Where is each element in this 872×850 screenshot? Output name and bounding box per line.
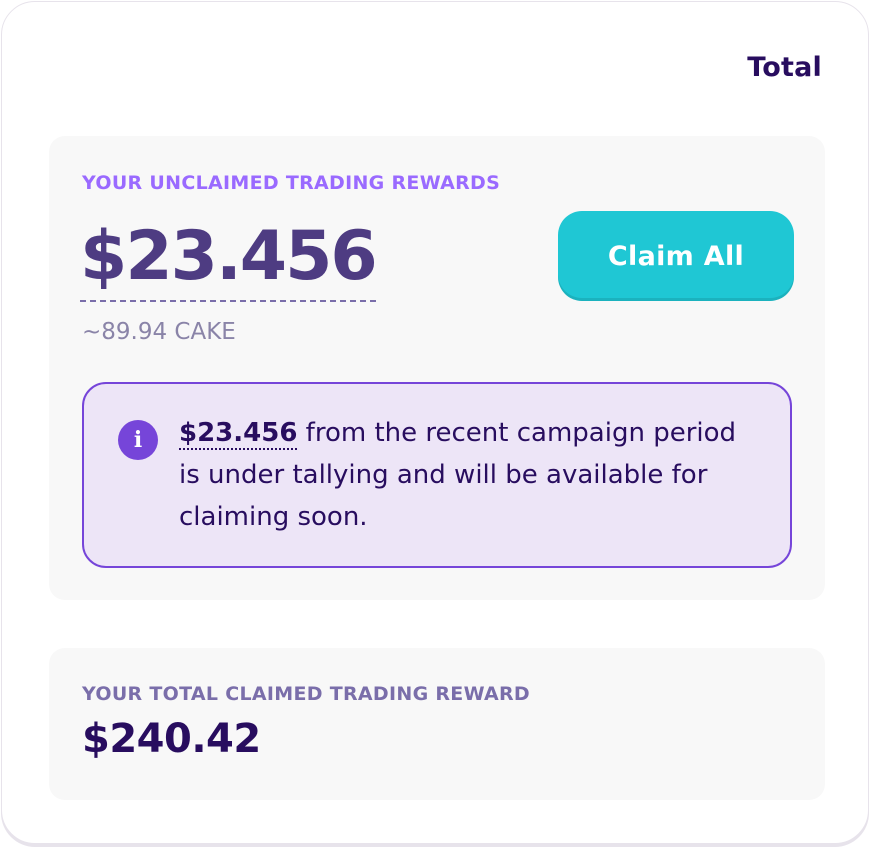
unclaimed-rewards-amount[interactable]: $23.456 (80, 216, 378, 302)
tallying-amount[interactable]: $23.456 (179, 418, 298, 450)
claimed-rewards-label: YOUR TOTAL CLAIMED TRADING REWARD (82, 683, 530, 705)
unclaimed-rewards-panel: YOUR UNCLAIMED TRADING REWARDS $23.456 ~… (49, 136, 825, 600)
tallying-info-box: i $23.456 from the recent campaign perio… (82, 382, 792, 568)
tallying-info-text: $23.456 from the recent campaign period … (179, 412, 739, 538)
info-icon: i (118, 420, 158, 460)
claimed-rewards-amount: $240.42 (82, 716, 261, 762)
unclaimed-rewards-label: YOUR UNCLAIMED TRADING REWARDS (82, 172, 501, 194)
claimed-rewards-panel: YOUR TOTAL CLAIMED TRADING REWARD $240.4… (49, 648, 825, 800)
total-heading: Total (747, 52, 822, 83)
claim-all-button[interactable]: Claim All (558, 211, 794, 301)
cake-equivalent: ~89.94 CAKE (82, 319, 236, 345)
info-icon-glyph: i (133, 427, 143, 453)
trading-rewards-card: Total YOUR UNCLAIMED TRADING REWARDS $23… (1, 1, 869, 844)
